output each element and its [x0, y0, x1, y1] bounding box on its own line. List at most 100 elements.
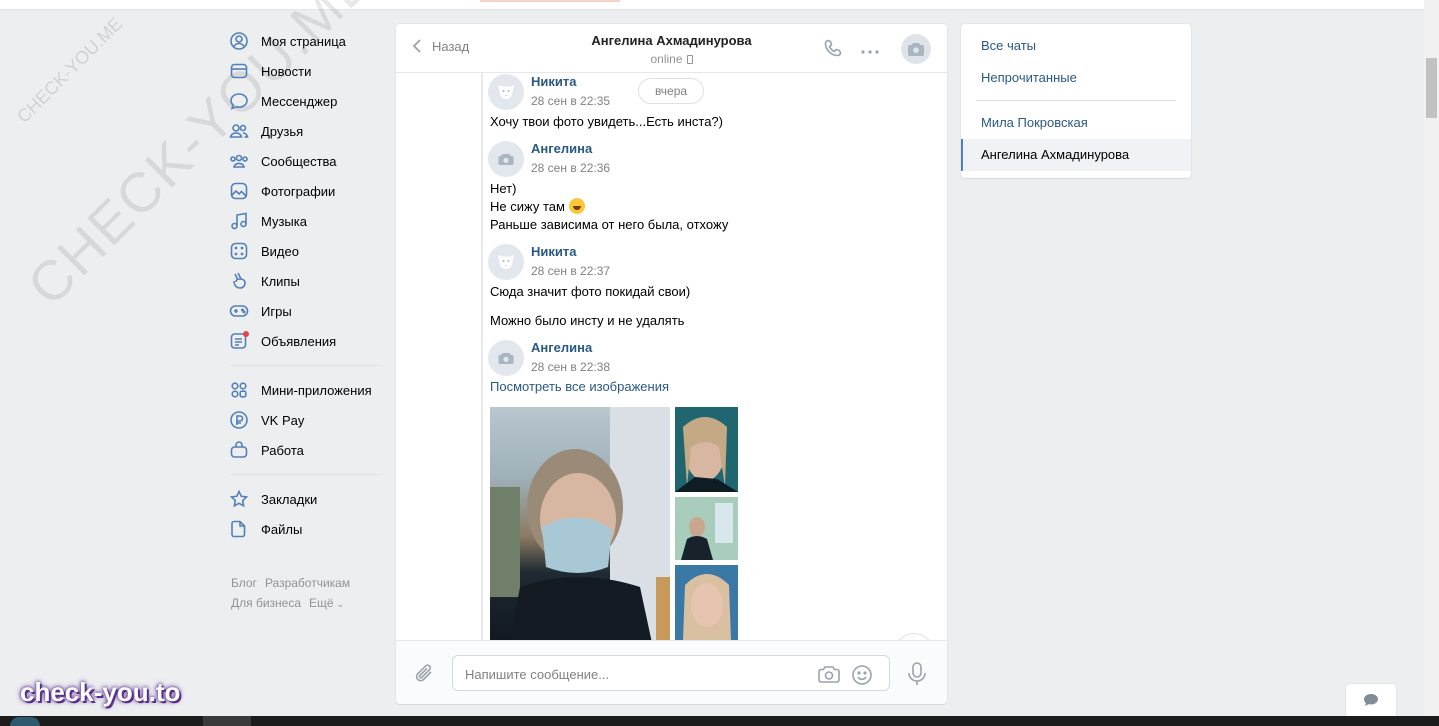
page-scrollbar-thumb[interactable]	[1426, 58, 1437, 118]
nav-item-vk-pay[interactable]: VK Pay	[229, 405, 384, 435]
message-header: Ангелина 28 сен в 22:38	[488, 340, 610, 376]
nav-item-games[interactable]: Игры	[229, 296, 384, 326]
message-text: Хочу твои фото увидеть...Есть инста?)	[490, 114, 723, 129]
nav-item-bookmarks[interactable]: Закладки	[229, 484, 384, 514]
nav-label: Закладки	[261, 491, 318, 507]
nav-item-photos[interactable]: Фотографии	[229, 176, 384, 206]
more-horizontal-icon	[861, 50, 879, 54]
panel-divider	[976, 100, 1176, 101]
footer-link-business[interactable]: Для бизнеса	[231, 596, 301, 610]
nav-item-files[interactable]: Файлы	[229, 514, 384, 544]
photo-attachment[interactable]	[675, 407, 738, 492]
nav-label: Новости	[261, 63, 312, 79]
nav-item-messenger[interactable]: Мессенджер	[229, 86, 384, 116]
message-time[interactable]: 28 сен в 22:36	[531, 159, 610, 177]
taskbar-start-icon[interactable]	[10, 717, 40, 726]
message-time[interactable]: 28 сен в 22:38	[531, 358, 610, 376]
file-icon	[229, 519, 249, 539]
os-taskbar	[0, 716, 1439, 726]
footer-more-label: Ещё	[309, 596, 334, 610]
smile-icon	[852, 665, 872, 685]
message-text: Раньше зависима от него была, отхожу	[490, 217, 729, 232]
message-text-with-emoji: Не сижу там	[490, 198, 585, 216]
nav-divider	[231, 365, 379, 366]
peer-avatar[interactable]	[901, 34, 931, 64]
brand-watermark: check-you.to	[20, 677, 181, 707]
camera-button[interactable]	[817, 664, 841, 687]
nav-label: Клипы	[261, 273, 300, 289]
briefcase-icon	[229, 440, 249, 460]
footer-link-more[interactable]: Ещё ⌄	[309, 596, 352, 610]
nav-item-my-page[interactable]: Моя страница	[229, 26, 384, 56]
message-author[interactable]: Никита	[531, 244, 610, 260]
call-button[interactable]	[823, 38, 843, 61]
more-button[interactable]	[860, 44, 880, 59]
nav-label: Работа	[261, 442, 304, 458]
message-input[interactable]	[465, 664, 805, 684]
photo-image	[490, 407, 670, 640]
scroll-down-button[interactable]	[894, 633, 934, 640]
photo-icon	[229, 181, 249, 201]
notification-dot	[243, 331, 249, 337]
view-all-images-link[interactable]: Посмотреть все изображения	[490, 379, 669, 394]
nav-item-music[interactable]: Музыка	[229, 206, 384, 236]
message-text: Не сижу там	[490, 199, 565, 214]
nav-item-work[interactable]: Работа	[229, 435, 384, 465]
attach-button[interactable]	[414, 661, 436, 688]
nav-item-video[interactable]: Видео	[229, 236, 384, 266]
page-scrollbar[interactable]	[1424, 0, 1439, 716]
apps-icon	[229, 380, 249, 400]
camera-avatar-icon	[498, 353, 514, 364]
emoji-button[interactable]	[851, 664, 873, 689]
friends-icon	[229, 121, 249, 141]
voice-message-button[interactable]	[906, 661, 928, 690]
watermark-small: CHECK-YOU.ME	[13, 13, 127, 127]
avatar[interactable]	[488, 74, 524, 110]
message-author[interactable]: Никита	[531, 74, 610, 90]
avatar[interactable]	[488, 141, 524, 177]
photo-attachment[interactable]	[675, 565, 738, 640]
nav-item-news[interactable]: Новости	[229, 56, 384, 86]
nav-item-ads[interactable]: Объявления	[229, 326, 384, 356]
conversation-item[interactable]: Мила Покровская	[961, 107, 1191, 139]
nav-item-communities[interactable]: Сообщества	[229, 146, 384, 176]
filter-unread[interactable]: Непрочитанные	[961, 62, 1191, 94]
dog-avatar-icon	[498, 85, 514, 99]
avatar[interactable]	[488, 244, 524, 280]
microphone-icon	[908, 662, 926, 685]
footer-link-blog[interactable]: Блог	[231, 576, 257, 590]
taskbar-app-item[interactable]	[203, 716, 251, 726]
message-icon	[229, 91, 249, 111]
nav-item-clips[interactable]: Клипы	[229, 266, 384, 296]
photo-attachment[interactable]	[675, 497, 738, 560]
message-time[interactable]: 28 сен в 22:35	[531, 92, 610, 110]
filter-all-chats[interactable]: Все чаты	[961, 30, 1191, 62]
message-time[interactable]: 28 сен в 22:37	[531, 262, 610, 280]
nav-label: Фотографии	[261, 183, 336, 199]
photo-attachment[interactable]	[490, 407, 670, 640]
gamepad-icon	[229, 301, 249, 321]
chat-bubble-icon	[1364, 694, 1378, 706]
feedback-button[interactable]	[1346, 684, 1396, 716]
footer-link-developers[interactable]: Разработчикам	[265, 576, 350, 590]
nav-label: Мини-приложения	[261, 382, 372, 398]
message-history[interactable]: Никита 28 сен в 22:35 вчера Хочу твои фо…	[396, 73, 947, 640]
message-input-box[interactable]	[452, 655, 890, 691]
avatar[interactable]	[488, 340, 524, 376]
day-divider: вчера	[638, 78, 704, 104]
video-icon	[229, 241, 249, 261]
message-author[interactable]: Ангелина	[531, 141, 610, 157]
footer-links: Блог Разработчикам Для бизнеса Ещё ⌄	[231, 573, 391, 614]
nav-item-friends[interactable]: Друзья	[229, 116, 384, 146]
message-text: Нет)	[490, 181, 517, 196]
chat-filter-panel: Все чаты Непрочитанные Мила Покровская А…	[961, 24, 1191, 178]
dog-avatar-icon	[498, 255, 514, 269]
grinning-emoji-icon	[568, 198, 585, 214]
nav-label: Мессенджер	[261, 93, 338, 109]
nav-item-mini-apps[interactable]: Мини-приложения	[229, 375, 384, 405]
communities-icon	[229, 151, 249, 171]
message-author[interactable]: Ангелина	[531, 340, 610, 356]
conversation-item-active[interactable]: Ангелина Ахмадинурова	[961, 139, 1191, 171]
mobile-icon	[686, 55, 693, 64]
chevron-down-icon: ⌄	[336, 599, 345, 609]
